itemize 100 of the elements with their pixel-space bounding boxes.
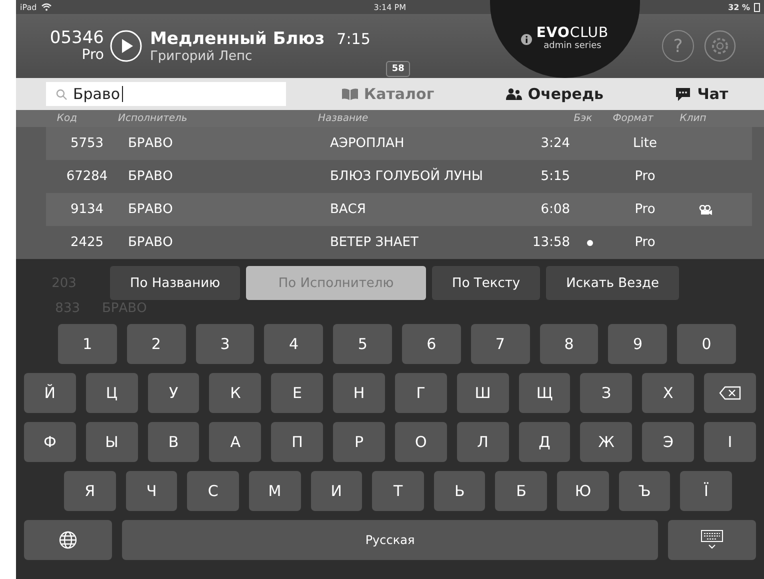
song-artist: Григорий Лепс — [150, 48, 252, 64]
table-cell-text: БЛЮЗ ГОЛУБОЙ ЛУНЫ — [330, 169, 484, 184]
keyboard-key[interactable]: Ж — [580, 422, 632, 462]
keyboard-key[interactable]: Э — [642, 422, 694, 462]
play-icon[interactable] — [110, 30, 142, 62]
keyboard-key[interactable]: Г — [394, 373, 447, 413]
table-cell-text: БРАВО — [128, 169, 174, 184]
keyboard-key[interactable]: 3 — [196, 324, 254, 364]
info-icon[interactable] — [521, 34, 532, 44]
backspace-icon — [719, 386, 742, 400]
table-cell-text: ВАСЯ — [330, 202, 367, 217]
hide-keyboard-key[interactable] — [668, 520, 756, 560]
keyboard-key[interactable]: З — [580, 373, 632, 413]
keyboard-key[interactable]: Й — [24, 373, 76, 413]
table-cell-text: БРАВО — [128, 136, 174, 151]
keyboard-key[interactable]: Ъ — [618, 471, 670, 511]
keyboard-key[interactable]: Т — [372, 471, 424, 511]
table-cell-text: Lite — [632, 136, 658, 151]
keyboard-key[interactable]: 9 — [608, 324, 668, 364]
keyboard-key[interactable]: И — [310, 471, 362, 511]
keyboard-key[interactable]: 1 — [58, 324, 117, 364]
keyboard-key[interactable]: П — [271, 422, 324, 462]
table-cell-text: АЭРОПЛАН — [330, 136, 406, 151]
tab[interactable]: Чат — [675, 85, 728, 103]
backspace-key[interactable] — [704, 373, 756, 413]
keyboard-key[interactable]: Е — [271, 373, 324, 413]
table-cell-text: Pro — [634, 169, 656, 184]
keyboard-key[interactable]: К — [209, 373, 262, 413]
keyboard-key[interactable]: У — [148, 373, 200, 413]
keyboard-key[interactable]: 6 — [402, 324, 461, 364]
keyboard-key[interactable]: Л — [456, 422, 509, 462]
keyboard-key[interactable]: 0 — [677, 324, 736, 364]
search-icon — [56, 88, 67, 100]
logo-subtitle: admin series — [544, 42, 602, 52]
song-title: Медленный Блюз — [150, 28, 325, 48]
keyboard-key[interactable]: О — [394, 422, 447, 462]
clock-time: 3:14 PM — [374, 2, 406, 12]
globe-icon — [59, 531, 77, 549]
table-cell-text: Pro — [634, 235, 656, 250]
keyboard-key[interactable]: 2 — [126, 324, 186, 364]
keyboard-key[interactable]: І — [704, 422, 756, 462]
keyboard-key[interactable]: Ї — [680, 471, 732, 511]
song-duration: 7:15 — [336, 30, 370, 48]
table-cell-text: 6:08 — [540, 202, 570, 217]
wifi-icon — [40, 3, 52, 11]
keyboard-key[interactable]: С — [187, 471, 239, 511]
table-cell-text: 13:58 — [532, 235, 570, 250]
song-row[interactable]: 9134 БРАВО ВАСЯ 6:08 Pro — [46, 193, 752, 226]
table-cell-text: БРАВО — [128, 202, 174, 217]
keyboard-key[interactable]: Ы — [86, 422, 138, 462]
song-row[interactable]: 5753 БРАВО АЭРОПЛАН 3:24 Lite — [46, 127, 752, 160]
battery-icon — [754, 2, 760, 12]
book-icon — [342, 88, 358, 100]
column-header: Название — [318, 113, 370, 124]
filter-button[interactable]: Искать Везде — [546, 266, 679, 300]
keyboard-key[interactable]: Н — [333, 373, 385, 413]
tab[interactable]: Очередь — [506, 85, 604, 103]
keyboard-key[interactable]: Ь — [434, 471, 486, 511]
filter-button[interactable]: По Названию — [110, 266, 240, 300]
keyboard-key[interactable]: А — [209, 422, 262, 462]
table-cell-text: 5753 — [69, 136, 105, 151]
keyboard-key[interactable]: Б — [495, 471, 548, 511]
table-cell-text: Pro — [634, 202, 656, 217]
language-key[interactable] — [24, 520, 112, 560]
keyboard-key[interactable]: Ф — [24, 422, 76, 462]
keyboard-key[interactable]: 4 — [264, 324, 324, 364]
table-cell-text: 2425 — [69, 235, 105, 250]
chat-icon — [675, 88, 692, 100]
song-row[interactable]: 67284 БРАВО БЛЮЗ ГОЛУБОЙ ЛУНЫ 5:15 Pro — [46, 160, 752, 193]
table-cell-text: 3:24 — [540, 136, 570, 151]
keyboard-key[interactable]: В — [148, 422, 200, 462]
battery-percent: 32 % — [728, 2, 750, 12]
keyboard-key[interactable]: 5 — [333, 324, 392, 364]
people-icon — [506, 88, 522, 100]
search-field[interactable]: Браво — [46, 82, 286, 106]
keyboard-key[interactable]: М — [248, 471, 301, 511]
song-row[interactable]: 2425 БРАВО ВЕТЕР ЗНАЕТ 13:58 Pro — [46, 226, 752, 259]
song-format: Pro — [82, 48, 104, 62]
column-header: Клип — [678, 113, 708, 124]
filter-button[interactable]: По Тексту — [432, 266, 540, 300]
song-code: 05346 — [50, 30, 104, 48]
keyboard-key[interactable]: Ч — [126, 471, 178, 511]
keyboard-key[interactable]: Ю — [557, 471, 609, 511]
keyboard-key[interactable]: Ш — [456, 373, 509, 413]
keyboard-icon — [701, 530, 723, 550]
keyboard-key[interactable]: Р — [333, 422, 385, 462]
keyboard-key[interactable]: 7 — [470, 324, 530, 364]
keyboard-key[interactable]: Щ — [518, 373, 570, 413]
space-key[interactable]: Русская — [122, 520, 658, 560]
table-cell-text: 67284 — [65, 169, 109, 184]
column-header: Формат — [612, 113, 654, 124]
count-badge: 58 — [386, 61, 410, 77]
keyboard-key[interactable]: Ц — [86, 373, 138, 413]
column-header: Код — [56, 113, 78, 124]
keyboard-key[interactable]: Д — [518, 422, 570, 462]
device-name: iPad — [20, 2, 37, 12]
keyboard-key[interactable]: Я — [64, 471, 116, 511]
column-header: Бэк — [572, 113, 594, 124]
keyboard-key[interactable]: 8 — [540, 324, 598, 364]
keyboard-key[interactable]: Х — [642, 373, 694, 413]
